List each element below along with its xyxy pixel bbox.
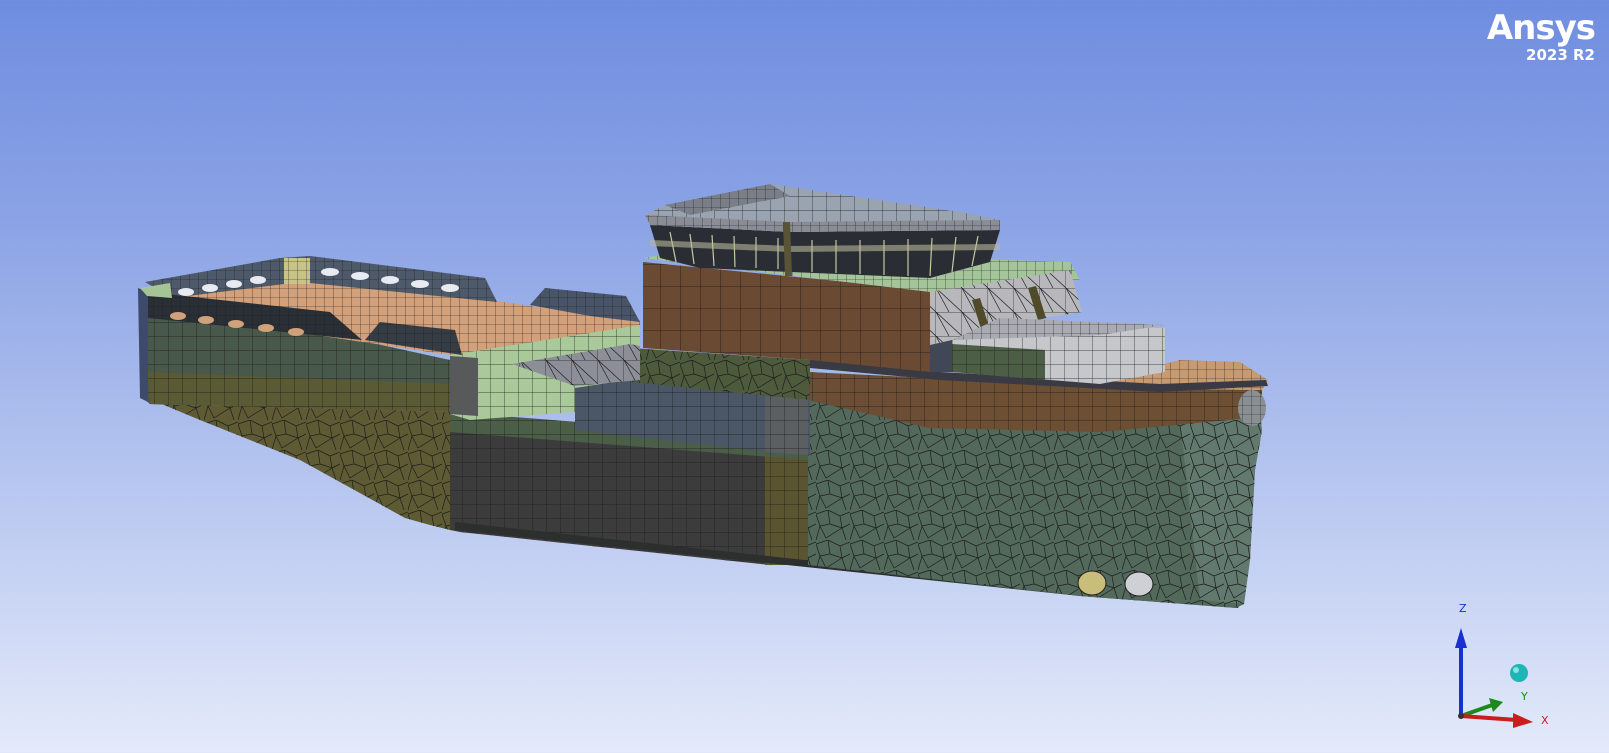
brand-product-name: Ansys [1486, 8, 1596, 48]
y-axis-label: Y [1521, 690, 1528, 703]
triad-axes-graphic [1455, 628, 1533, 728]
isometric-view-sphere[interactable] [1510, 664, 1528, 682]
brand-version-label: 2023 R2 [1526, 46, 1595, 64]
z-axis-label: Z [1459, 602, 1467, 615]
coordinate-triad[interactable]: Z Y X [1455, 602, 1605, 750]
x-axis-arrow [1460, 714, 1518, 722]
ansys-logo: Ansys 2023 R2 [1486, 8, 1596, 64]
bow-thruster-1 [1077, 570, 1107, 596]
ship-mesh-model[interactable] [0, 0, 1609, 753]
x-axis-label: X [1541, 714, 1549, 727]
graphics-viewport[interactable]: Ansys 2023 R2 Z Y X [0, 0, 1609, 753]
y-axis-arrow [1460, 702, 1496, 718]
bow-thruster-2 [1124, 571, 1154, 597]
